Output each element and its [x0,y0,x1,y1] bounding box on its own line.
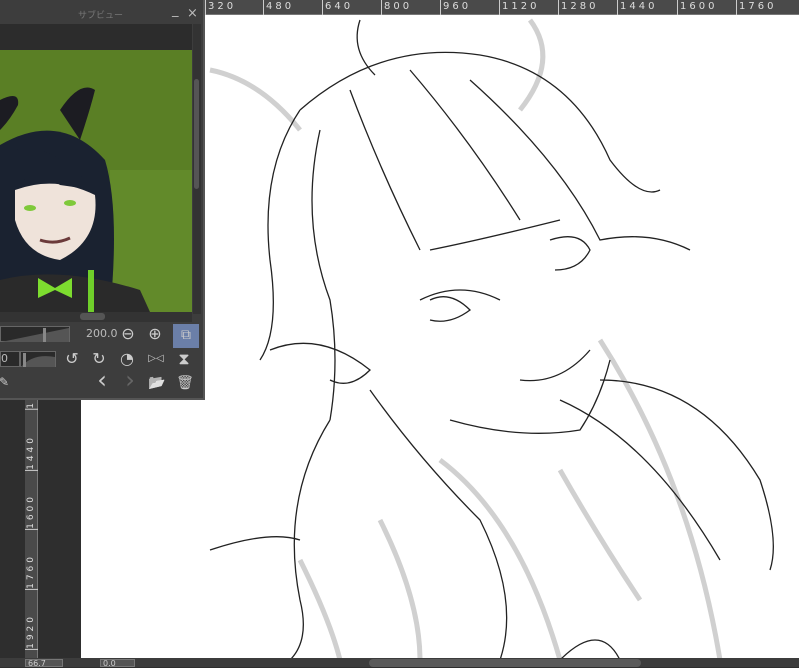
ruler-label: 1600 [677,0,717,15]
zoom-out-icon[interactable]: ⊖ [118,325,138,343]
ruler-label: 1440 [617,0,657,15]
eyedropper-icon[interactable]: ✎ [0,373,14,391]
ruler-label: 320 [205,0,236,15]
horizontal-scrollbar[interactable] [369,659,641,667]
trash-icon[interactable]: 🗑 [175,374,195,392]
ruler-label: 800 [381,0,412,15]
rotate-left-icon[interactable]: ↺ [62,350,82,368]
subview-title: サブビュー [78,11,124,21]
ruler-label: 1760 [736,0,776,15]
rotation-slider[interactable] [20,351,56,367]
flip-vertical-icon[interactable]: ⧗ [174,350,194,368]
subview-vertical-scrollbar[interactable] [193,24,201,314]
reference-image[interactable] [0,50,192,312]
zoom-in-icon[interactable]: ⊕ [145,325,165,343]
ruler-label: 1 [25,400,38,410]
open-folder-icon[interactable]: 📂 [147,374,167,392]
minimize-button[interactable]: _ [172,3,179,18]
subview-panel: サブビュー _ × 200.0 ⊖ ⊕ ⧉ 0 ↺ ↻ ◔ ▷◁ ⧗ ✎ ‹ ›… [0,0,205,400]
subview-header-area [0,24,192,50]
close-button[interactable]: × [187,6,198,21]
next-image-icon[interactable]: › [120,368,140,392]
previous-image-icon[interactable]: ‹ [92,368,112,392]
zoom-value: 200.0 [86,327,118,340]
ruler-label: 480 [263,0,294,15]
fit-view-button[interactable]: ⧉ [173,324,199,348]
rotation-value[interactable]: 0 [0,351,20,367]
subview-horizontal-scrollbar[interactable] [0,312,192,322]
horizontal-ruler: 320 480 640 800 960 1120 1280 1440 1600 … [205,0,799,15]
flip-horizontal-icon[interactable]: ▷◁ [146,350,166,368]
ruler-label: 1120 [499,0,539,15]
vertical-ruler: 1 1440 1600 1760 1920 [25,400,38,658]
zoom-slider[interactable] [0,326,70,342]
ruler-label: 1440 [25,435,38,471]
angle-field[interactable]: 0.0 [100,659,135,668]
ruler-label: 1760 [25,554,38,590]
ruler-label: 1600 [25,494,38,530]
ruler-label: 1920 [25,614,38,650]
zoom-field[interactable]: 66.7 [25,659,63,668]
subview-titlebar[interactable]: サブビュー _ × [0,3,203,24]
character-illustration [0,87,192,312]
ruler-label: 1280 [558,0,598,15]
ruler-label: 960 [440,0,471,15]
ruler-label: 640 [322,0,353,15]
